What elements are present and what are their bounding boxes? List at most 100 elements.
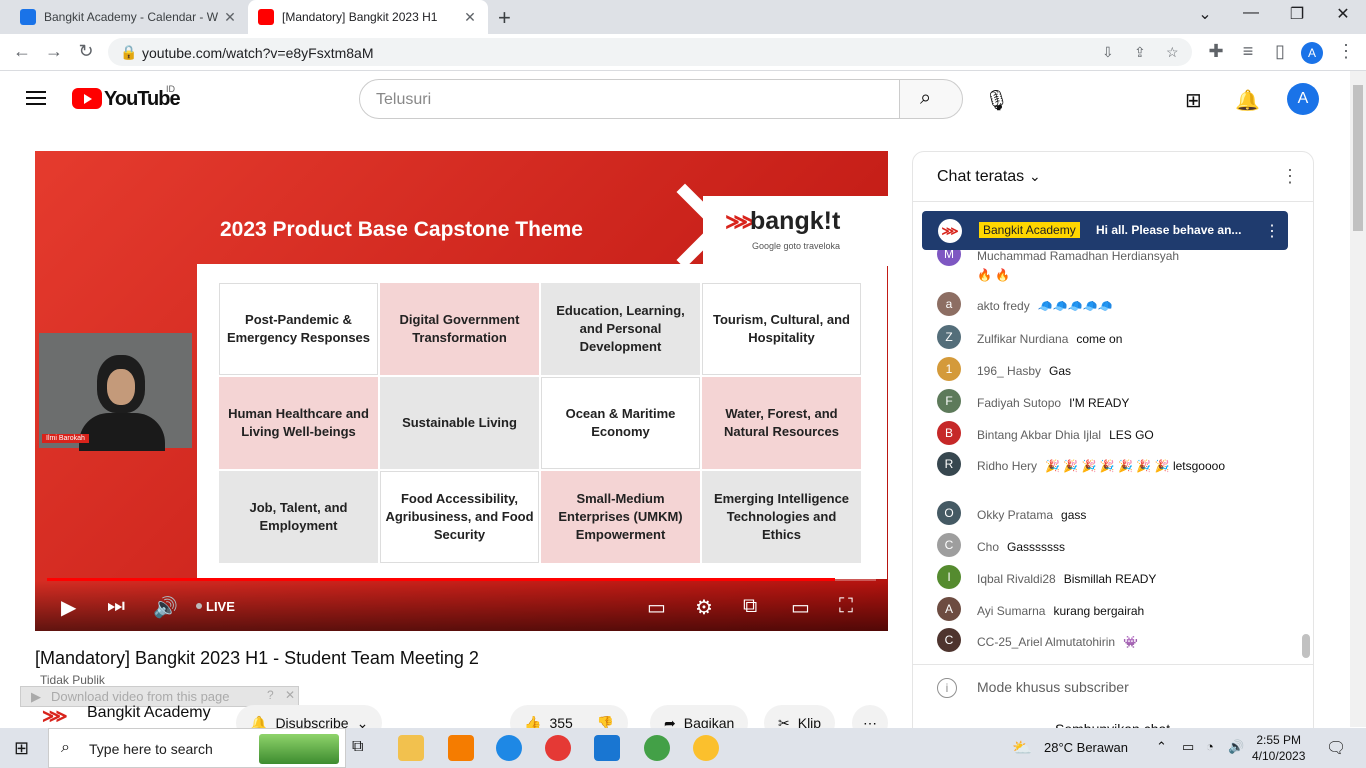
chat-scrollbar[interactable] xyxy=(1302,634,1310,658)
notifications-bell-icon[interactable]: 🔔 xyxy=(1235,88,1260,113)
close-window-icon[interactable]: ✕ xyxy=(1320,4,1366,24)
browser-menu-icon[interactable]: ⋮ xyxy=(1334,41,1358,62)
chat-author[interactable]: akto fredy xyxy=(977,299,1030,313)
close-tab-icon[interactable]: ✕ xyxy=(222,9,238,26)
wifi-icon[interactable]: ◔ xyxy=(1206,739,1214,754)
chat-author[interactable]: Ayi Sumarna xyxy=(977,604,1045,618)
lock-icon[interactable]: 🔒 xyxy=(120,44,137,61)
fullscreen-icon[interactable]: ⛶ xyxy=(839,595,853,618)
chevron-down-icon[interactable]: ⌄ xyxy=(1029,168,1041,185)
weather-icon[interactable]: ⛅ xyxy=(1012,738,1032,758)
info-icon[interactable]: i xyxy=(937,678,957,698)
restore-icon[interactable]: ❐ xyxy=(1274,4,1320,24)
slide-brand: bangk!t xyxy=(750,207,841,235)
chat-mode-dropdown[interactable]: Chat teratas xyxy=(937,168,1024,186)
chat-author[interactable]: Fadiyah Sutopo xyxy=(977,396,1061,410)
chat-author[interactable]: Iqbal Rivaldi28 xyxy=(977,572,1056,586)
taskbar-clock[interactable]: 2:55 PM 4/10/2023 xyxy=(1252,732,1305,764)
file-explorer-icon[interactable] xyxy=(398,735,424,761)
edge-icon[interactable] xyxy=(496,735,522,761)
avatar: B xyxy=(937,421,961,445)
weather-text[interactable]: 28°C Berawan xyxy=(1044,740,1128,755)
vscode-icon[interactable] xyxy=(594,735,620,761)
forward-icon[interactable]: → xyxy=(42,41,66,62)
chat-author[interactable]: Muchammad Ramadhan Herdiansyah xyxy=(977,249,1179,263)
bookmark-star-icon[interactable]: ☆ xyxy=(1166,44,1179,61)
theme-cell: Education, Learning, and Personal Develo… xyxy=(541,283,700,375)
tray-chevron-icon[interactable]: ⌃ xyxy=(1156,739,1167,755)
miniplayer-icon[interactable]: ⧉ xyxy=(743,595,757,618)
chat-author[interactable]: Ridho Hery xyxy=(977,459,1037,473)
chat-author[interactable]: CC-25_Ariel Almutatohirin xyxy=(977,635,1115,649)
chat-text: Gas xyxy=(1049,364,1072,378)
install-icon[interactable]: ⇩ xyxy=(1102,44,1114,61)
notification-center-icon[interactable]: 🗨 xyxy=(1326,738,1346,758)
live-label[interactable]: LIVE xyxy=(206,599,235,614)
account-avatar[interactable]: A xyxy=(1287,83,1319,115)
video-player[interactable]: ⋙ bangk!t Google goto traveloka 2023 Pro… xyxy=(35,151,888,631)
hamburger-menu-icon[interactable] xyxy=(26,91,46,105)
settings-gear-icon[interactable]: ⚙ xyxy=(695,595,713,620)
share-icon[interactable]: ⇪ xyxy=(1134,44,1146,61)
speaker-icon[interactable]: 🔊 xyxy=(1228,739,1244,755)
play-icon[interactable]: ▶ xyxy=(61,595,76,620)
close-bar-icon[interactable]: ✕ xyxy=(285,688,295,702)
chat-more-icon[interactable]: ⋮ xyxy=(1281,166,1299,187)
avatar: C xyxy=(937,533,961,557)
chat-author[interactable]: Bintang Akbar Dhia Ijlal xyxy=(977,428,1101,442)
taskbar-search[interactable]: ⌕ Type here to search xyxy=(48,728,346,768)
speaker-name: Ilmi Barokah xyxy=(42,434,89,443)
progress-bar[interactable] xyxy=(47,578,876,581)
volume-icon[interactable]: 🔊 xyxy=(153,595,178,620)
back-icon[interactable]: ← xyxy=(10,41,34,62)
next-icon[interactable]: ⏭ xyxy=(107,595,125,618)
tab-youtube[interactable]: [Mandatory] Bangkit 2023 H1 ✕ xyxy=(248,0,488,34)
taskbar-search-placeholder: Type here to search xyxy=(89,741,213,757)
microphone-icon[interactable]: 🎙 xyxy=(984,88,1009,113)
windows-taskbar: ⊞ ⌕ Type here to search ⧉ ⛅ 28°C Berawan… xyxy=(0,728,1366,768)
avatar: R xyxy=(937,452,961,476)
chrome-profile-icon[interactable] xyxy=(644,735,670,761)
pinned-more-icon[interactable]: ⋮ xyxy=(1264,221,1280,241)
reload-icon[interactable]: ↻ xyxy=(74,41,98,62)
vlc-icon[interactable] xyxy=(448,735,474,761)
windows-start-icon[interactable]: ⊞ xyxy=(14,738,29,759)
chat-author[interactable]: Zulfikar Nurdiana xyxy=(977,332,1068,346)
player-controls: ▶ ⏭ 🔊 LIVE ▭ ⚙ ⧉ ▭ ⛶ xyxy=(35,581,888,631)
channel-name[interactable]: Bangkit Academy xyxy=(87,704,211,722)
task-view-icon[interactable]: ⧉ xyxy=(352,738,363,756)
side-panel-icon[interactable]: ▯ xyxy=(1268,41,1292,62)
url-text[interactable]: youtube.com/watch?v=e8yFsxtm8aM xyxy=(142,45,374,61)
chat-author[interactable]: 196_ Hasby xyxy=(977,364,1041,378)
avatar: 1 xyxy=(937,357,961,381)
channel-logo-icon[interactable]: ⋙ xyxy=(42,706,68,727)
subtitles-icon[interactable]: ▭ xyxy=(647,595,666,620)
new-tab-icon[interactable]: + xyxy=(498,5,511,31)
pinned-message[interactable]: ⋙ Bangkit Academy Hi all. Please behave … xyxy=(922,211,1288,250)
chat-message: C Cho Gasssssss xyxy=(937,533,1297,557)
chat-author[interactable]: Okky Pratama xyxy=(977,508,1053,522)
chat-author[interactable]: Cho xyxy=(977,540,999,554)
search-button[interactable]: ⌕ xyxy=(899,79,963,119)
search-input[interactable]: Telusuri xyxy=(359,79,900,119)
calendar-favicon-icon xyxy=(20,9,36,25)
tab-calendar[interactable]: Bangkit Academy - Calendar - W ✕ xyxy=(10,0,248,34)
tab-search-chevron-icon[interactable]: ⌄ xyxy=(1182,4,1228,24)
chat-text: Bismillah READY xyxy=(1063,572,1157,586)
extensions-icon[interactable]: ✚ xyxy=(1204,41,1228,62)
media-control-icon[interactable]: ≡ xyxy=(1236,41,1260,62)
page-scrollbar[interactable] xyxy=(1350,71,1366,727)
create-video-icon[interactable]: ⊞ xyxy=(1185,88,1202,113)
close-tab-icon[interactable]: ✕ xyxy=(462,9,478,26)
youtube-logo-icon[interactable] xyxy=(72,88,102,109)
profile-avatar[interactable]: A xyxy=(1301,42,1323,64)
download-bar-text[interactable]: Download video from this page xyxy=(51,689,230,704)
minimize-icon[interactable]: — xyxy=(1228,4,1274,22)
chrome-icon[interactable] xyxy=(545,735,571,761)
theater-mode-icon[interactable]: ▭ xyxy=(791,595,810,620)
battery-icon[interactable]: ▭ xyxy=(1182,739,1194,755)
page-scroll-thumb[interactable] xyxy=(1353,85,1363,231)
chrome-active-icon[interactable] xyxy=(693,735,719,761)
address-bar[interactable]: 🔒 youtube.com/watch?v=e8yFsxtm8aM ⇩ ⇪ ☆ xyxy=(108,38,1192,66)
help-icon[interactable]: ? xyxy=(267,688,274,702)
